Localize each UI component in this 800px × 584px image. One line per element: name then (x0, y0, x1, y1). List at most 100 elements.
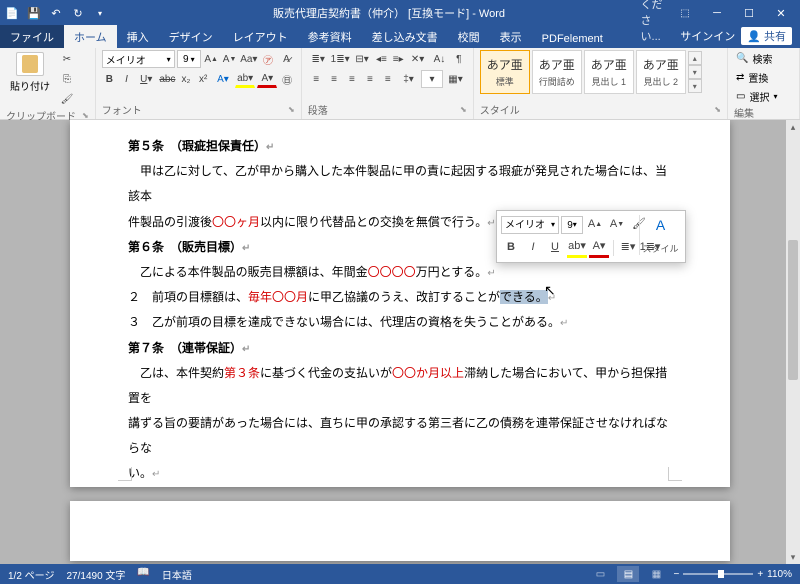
font-size-select[interactable]: 9▾ (177, 50, 201, 68)
tab-references[interactable]: 参考資料 (298, 25, 362, 48)
distribute-button[interactable]: ≡ (379, 70, 396, 88)
shrink-font-button[interactable]: A▼ (221, 50, 237, 68)
zoom-control: − + 110% (673, 569, 792, 580)
highlight-button[interactable]: ab▾ (235, 70, 255, 88)
mini-bullets[interactable]: ≣▾ (618, 238, 638, 258)
font-name-select[interactable]: メイリオ▾ (102, 50, 175, 68)
tab-layout[interactable]: レイアウト (223, 25, 298, 48)
close-button[interactable]: ✕ (766, 0, 796, 26)
zoom-slider[interactable] (683, 573, 753, 575)
font-color-button[interactable]: A▾ (257, 70, 277, 88)
show-marks-button[interactable]: ¶ (451, 50, 467, 68)
text-effects-button[interactable]: A▾ (213, 70, 233, 88)
language-status[interactable]: 日本語 (162, 567, 192, 582)
asian-layout-button[interactable]: ✕▾ (407, 50, 428, 68)
multilevel-list-button[interactable]: ⊟▾ (352, 50, 373, 68)
change-case-button[interactable]: Aa▾ (240, 50, 258, 68)
maximize-button[interactable]: ☐ (734, 0, 764, 26)
spell-check-icon[interactable]: 📖 (137, 567, 149, 582)
redo-icon[interactable]: ↻ (70, 5, 86, 21)
paragraph-launcher-icon[interactable]: ⬊ (454, 105, 467, 114)
tab-pdfelement[interactable]: PDFelement (532, 29, 613, 48)
style-no-spacing[interactable]: あア亜行間詰め (532, 50, 582, 94)
scroll-up-icon[interactable]: ▴ (786, 120, 800, 134)
line-spacing-button[interactable]: ‡▾ (397, 70, 420, 88)
bold-button[interactable]: B (102, 70, 117, 88)
align-center-button[interactable]: ≡ (326, 70, 343, 88)
borders-button[interactable]: ▦▾ (444, 70, 467, 88)
clipboard-launcher-icon[interactable]: ⬊ (76, 111, 89, 120)
numbering-button[interactable]: 1≣▾ (330, 50, 351, 68)
tab-mailings[interactable]: 差し込み文書 (362, 25, 448, 48)
subscript-button[interactable]: x₂ (178, 70, 193, 88)
mini-styles-button[interactable]: Aスタイル (639, 215, 681, 255)
tab-view[interactable]: 表示 (490, 25, 532, 48)
select-icon: ▭ (736, 91, 745, 102)
mini-underline[interactable]: U (545, 238, 565, 258)
replace-button[interactable]: ⇄置換 (734, 69, 793, 86)
tab-design[interactable]: デザイン (159, 25, 223, 48)
page-2[interactable] (70, 501, 730, 561)
tab-file[interactable]: ファイル (0, 25, 64, 48)
page-number-status[interactable]: 1/2 ページ (8, 567, 54, 582)
bullets-button[interactable]: ≣▾ (308, 50, 329, 68)
increase-indent-button[interactable]: ≡▸ (390, 50, 406, 68)
select-button[interactable]: ▭選択▾ (734, 88, 793, 105)
scroll-down-icon[interactable]: ▾ (786, 550, 800, 564)
strikethrough-button[interactable]: abc (158, 70, 176, 88)
italic-button[interactable]: I (119, 70, 134, 88)
tab-review[interactable]: 校閲 (448, 25, 490, 48)
read-mode-button[interactable]: ▭ (589, 566, 611, 582)
tell-me[interactable]: 💡実行したい作業を入力してください... (613, 0, 680, 48)
mini-shrink-font[interactable]: A▼ (607, 215, 627, 235)
paste-button[interactable]: 貼り付け (6, 50, 54, 95)
align-left-button[interactable]: ≡ (308, 70, 325, 88)
mini-italic[interactable]: I (523, 238, 543, 258)
tab-home[interactable]: ホーム (64, 25, 117, 48)
shading-button[interactable]: ▾ (421, 70, 444, 88)
sign-in-link[interactable]: サインイン (680, 28, 735, 44)
zoom-in-button[interactable]: + (757, 569, 763, 580)
style-heading1[interactable]: あア亜見出し 1 (584, 50, 634, 94)
word-count-status[interactable]: 27/1490 文字 (66, 567, 125, 582)
qat-dropdown-icon[interactable]: ▾ (92, 5, 108, 21)
scroll-thumb[interactable] (788, 240, 798, 380)
mini-bold[interactable]: B (501, 238, 521, 258)
web-layout-button[interactable]: ▦ (645, 566, 667, 582)
share-button[interactable]: 👤 共有 (741, 27, 792, 45)
justify-button[interactable]: ≡ (361, 70, 378, 88)
superscript-button[interactable]: x² (196, 70, 211, 88)
mini-font-name[interactable]: メイリオ▾ (501, 216, 559, 234)
find-button[interactable]: 🔍検索 (734, 50, 793, 67)
save-icon[interactable]: 💾 (26, 5, 42, 21)
cut-button[interactable]: ✂ (58, 50, 76, 68)
sort-button[interactable]: A↓ (429, 50, 450, 68)
minimize-button[interactable]: ─ (702, 0, 732, 26)
page-1[interactable]: 第５条 （瑕疵担保責任）↵ 甲は乙に対して、乙が甲から購入した本件製品に甲の責に… (70, 120, 730, 487)
enclose-char-button[interactable]: ㊐ (279, 70, 294, 88)
grow-font-button[interactable]: A▲ (203, 50, 219, 68)
undo-icon[interactable]: ↶ (48, 5, 64, 21)
font-launcher-icon[interactable]: ⬊ (282, 105, 295, 114)
align-right-button[interactable]: ≡ (344, 70, 361, 88)
styles-launcher-icon[interactable]: ⬊ (708, 105, 721, 114)
mini-grow-font[interactable]: A▲ (585, 215, 605, 235)
zoom-level[interactable]: 110% (767, 569, 792, 580)
tab-insert[interactable]: 挿入 (117, 25, 159, 48)
style-gallery-scroll[interactable]: ▴▾▾ (688, 50, 702, 94)
print-layout-button[interactable]: ▤ (617, 566, 639, 582)
decrease-indent-button[interactable]: ◂≡ (374, 50, 390, 68)
status-bar: 1/2 ページ 27/1490 文字 📖 日本語 ▭ ▤ ▦ − + 110% (0, 564, 800, 584)
vertical-scrollbar[interactable]: ▴ ▾ (786, 120, 800, 564)
copy-button[interactable]: ⎘ (58, 70, 76, 88)
style-normal[interactable]: あア亜標準 (480, 50, 530, 94)
format-painter-button[interactable]: 🖌 (58, 90, 76, 108)
underline-button[interactable]: U▾ (136, 70, 156, 88)
clear-formatting-button[interactable]: A̷ (278, 50, 294, 68)
phonetic-guide-button[interactable]: ㋐ (260, 50, 276, 68)
style-heading2[interactable]: あア亜見出し 2 (636, 50, 686, 94)
mini-font-color[interactable]: A▾ (589, 238, 609, 258)
mini-highlight[interactable]: ab▾ (567, 238, 587, 258)
zoom-out-button[interactable]: − (673, 569, 679, 580)
mini-font-size[interactable]: 9▾ (561, 216, 583, 234)
